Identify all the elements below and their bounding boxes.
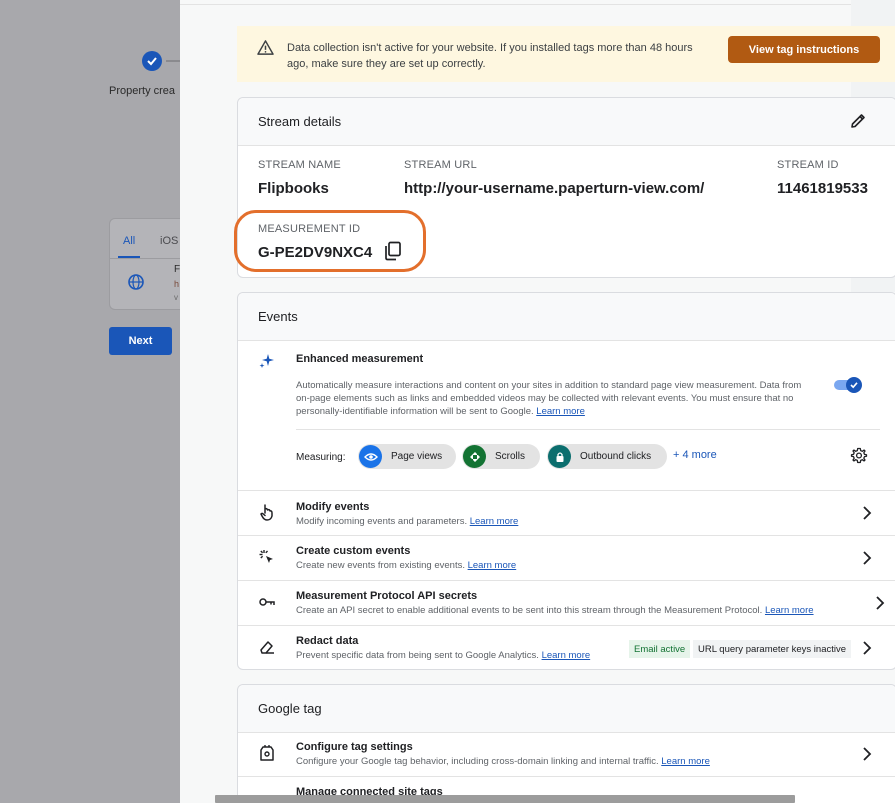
measurement-protocol-desc: Create an API secret to enable additiona… — [296, 604, 856, 617]
learn-more-link[interactable]: Learn more — [542, 650, 591, 661]
more-measurements-link[interactable]: + 4 more — [673, 449, 717, 461]
touch-icon — [260, 504, 273, 521]
scroll-icon — [463, 445, 486, 468]
eraser-icon — [260, 641, 274, 654]
divider — [238, 580, 895, 581]
alert-text: Data collection isn't active for your we… — [287, 42, 693, 70]
tab-all[interactable]: All — [123, 235, 135, 247]
google-tag-title: Google tag — [258, 701, 322, 716]
redact-data-desc: Prevent specific data from being sent to… — [296, 649, 590, 662]
enhanced-measurement-toggle[interactable] — [834, 377, 862, 393]
stream-url-value: http://your-username.paperturn-view.com/ — [404, 180, 705, 197]
events-title: Events — [258, 309, 298, 324]
measurement-id-value: G-PE2DV9NXC4 — [258, 244, 373, 261]
enhanced-measurement-title: Enhanced measurement — [296, 353, 424, 365]
tag-icon — [260, 745, 274, 761]
learn-more-link[interactable]: Learn more — [536, 406, 585, 417]
learn-more-link[interactable]: Learn more — [468, 560, 517, 571]
measurement-protocol-text: Create an API secret to enable additiona… — [296, 605, 763, 616]
stream-details-title: Stream details — [258, 114, 342, 129]
stream-row-sub2: v — [174, 293, 178, 302]
next-button[interactable]: Next — [109, 327, 172, 355]
chevron-right-icon[interactable] — [875, 596, 885, 610]
step-connector — [166, 60, 180, 62]
stream-name-label: STREAM NAME — [258, 159, 341, 171]
measuring-label: Measuring: — [296, 452, 346, 463]
sparkle-icon — [259, 354, 274, 368]
chevron-right-icon[interactable] — [862, 747, 872, 761]
redact-data-title: Redact data — [296, 635, 359, 647]
modify-events-desc: Modify incoming events and parameters. L… — [296, 515, 518, 528]
learn-more-link[interactable]: Learn more — [470, 516, 519, 527]
background-page: Property crea All iOS F h v Next — [0, 0, 180, 803]
stream-row-sub: h — [174, 279, 180, 289]
configure-tag-settings-text: Configure your Google tag behavior, incl… — [296, 756, 659, 767]
data-collection-alert: Data collection isn't active for your we… — [237, 26, 895, 82]
chevron-right-icon[interactable] — [862, 641, 872, 655]
step-label: Property crea — [109, 85, 176, 97]
stream-name-value: Flipbooks — [258, 180, 329, 197]
edit-icon[interactable] — [849, 112, 867, 130]
measurement-id-label: MEASUREMENT ID — [258, 223, 361, 235]
warning-icon — [257, 40, 274, 55]
create-custom-events-text: Create new events from existing events. — [296, 560, 465, 571]
panel-top-bar — [180, 0, 852, 5]
email-active-badge: Email active — [629, 640, 691, 658]
globe-icon — [127, 273, 145, 296]
enhanced-measurement-desc: Automatically measure interactions and c… — [296, 379, 811, 418]
step-complete-icon — [142, 51, 162, 71]
divider — [110, 258, 180, 259]
platform-card — [109, 218, 180, 310]
gear-icon[interactable] — [850, 447, 868, 465]
lock-icon — [548, 445, 571, 468]
configure-tag-settings-title: Configure tag settings — [296, 741, 413, 753]
chevron-right-icon[interactable] — [862, 506, 872, 520]
divider — [296, 429, 880, 430]
stream-id-value: 11461819533 — [777, 180, 868, 197]
learn-more-link[interactable]: Learn more — [765, 605, 814, 616]
eye-icon — [359, 445, 382, 468]
measurement-protocol-title: Measurement Protocol API secrets — [296, 590, 478, 602]
chip-page-views: Page views — [358, 444, 456, 469]
google-tag-header: Google tag — [238, 685, 895, 733]
tab-ios[interactable]: iOS — [160, 235, 178, 247]
events-header: Events — [238, 293, 895, 341]
stream-url-label: STREAM URL — [404, 159, 477, 171]
modify-events-text: Modify incoming events and parameters. — [296, 516, 468, 527]
divider — [238, 490, 895, 491]
toggle-knob — [846, 377, 862, 393]
divider — [238, 535, 895, 536]
learn-more-link[interactable]: Learn more — [661, 756, 710, 767]
configure-tag-settings-desc: Configure your Google tag behavior, incl… — [296, 755, 710, 768]
divider — [238, 776, 895, 777]
modify-events-title: Modify events — [296, 501, 370, 513]
create-custom-events-title: Create custom events — [296, 545, 411, 557]
copy-icon[interactable] — [384, 241, 402, 261]
redact-data-text: Prevent specific data from being sent to… — [296, 650, 539, 661]
stream-details-header: Stream details — [238, 98, 895, 146]
chip-label: Page views — [391, 451, 443, 462]
chip-outbound-clicks: Outbound clicks — [547, 444, 667, 469]
stream-id-label: STREAM ID — [777, 159, 839, 171]
chip-scrolls: Scrolls — [462, 444, 540, 469]
chip-label: Scrolls — [495, 451, 526, 462]
create-custom-events-desc: Create new events from existing events. … — [296, 559, 516, 572]
horizontal-scrollbar[interactable] — [215, 795, 795, 803]
view-tag-instructions-button[interactable]: View tag instructions — [728, 36, 880, 63]
click-sparkle-icon — [259, 550, 273, 563]
url-query-inactive-badge: URL query parameter keys inactive — [693, 640, 852, 658]
chevron-right-icon[interactable] — [862, 551, 872, 565]
key-icon — [259, 598, 275, 606]
chip-label: Outbound clicks — [580, 451, 652, 462]
divider — [238, 625, 895, 626]
